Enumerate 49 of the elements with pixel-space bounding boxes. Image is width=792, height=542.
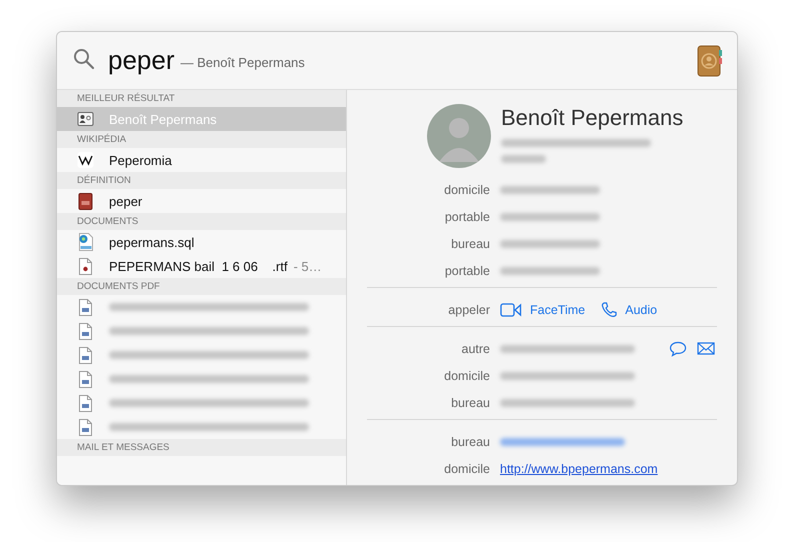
search-suggestion: — Benoît Pepermans: [180, 55, 305, 70]
result-label: PEPERMANS bail 1 6 06 .rtf: [109, 258, 288, 274]
result-item[interactable]: PEPERMANS bail 1 6 06 .rtf - 5…: [57, 254, 346, 278]
field-label: bureau: [450, 396, 490, 410]
result-label: Peperomia: [109, 152, 172, 168]
result-item[interactable]: pepermans.sql: [57, 230, 346, 254]
section-header: DOCUMENTS: [57, 213, 346, 230]
call-link[interactable]: FaceTime: [500, 302, 586, 318]
phone-icon: [601, 302, 618, 318]
envelope-icon[interactable]: [697, 342, 715, 355]
document-icon: [77, 258, 94, 274]
section-header: MAIL ET MESSAGES: [57, 439, 346, 456]
dictionary-icon: [77, 192, 94, 210]
contact-name: Benoît Pepermans: [501, 105, 684, 131]
website-link[interactable]: http://www.bpepermans.com: [500, 462, 658, 476]
w-letter-icon: [77, 152, 94, 168]
result-item[interactable]: peper: [57, 189, 346, 213]
result-label: peper: [109, 194, 142, 208]
result-detail: - 5…: [293, 258, 322, 274]
result-label: pepermans.sql: [109, 234, 194, 250]
field-label: bureau: [450, 434, 490, 448]
field-label: domicile: [443, 182, 490, 196]
document-icon: [77, 370, 94, 388]
field-label: appeler: [447, 302, 490, 316]
section-header: DOCUMENTS PDF: [57, 278, 346, 295]
sql-file-icon: [77, 233, 94, 251]
document-icon: [77, 322, 94, 340]
speech-bubble-icon[interactable]: [669, 340, 687, 356]
document-icon: [77, 418, 94, 436]
address-book-icon[interactable]: [697, 44, 723, 76]
section-header: WIKIPÉDIA: [57, 131, 346, 148]
section-header: DÉFINITION: [57, 172, 346, 189]
document-icon: [77, 346, 94, 364]
field-label: bureau: [450, 236, 490, 250]
field-label: domicile: [443, 368, 490, 382]
document-icon: [77, 298, 94, 316]
section-header: MEILLEUR RÉSULTAT: [57, 90, 346, 107]
field-label: domicile: [443, 462, 490, 476]
call-link[interactable]: Audio: [601, 302, 658, 318]
search-query[interactable]: peper: [108, 45, 174, 76]
blurred-link[interactable]: [500, 438, 625, 446]
document-icon: [77, 394, 94, 412]
field-label: portable: [444, 264, 490, 278]
contact-card-icon: [77, 112, 94, 126]
field-label: portable: [444, 210, 490, 224]
result-item[interactable]: Peperomia: [57, 148, 346, 172]
field-label: autre: [460, 342, 490, 356]
video-camera-icon: [500, 302, 522, 316]
search-icon: [73, 48, 95, 70]
